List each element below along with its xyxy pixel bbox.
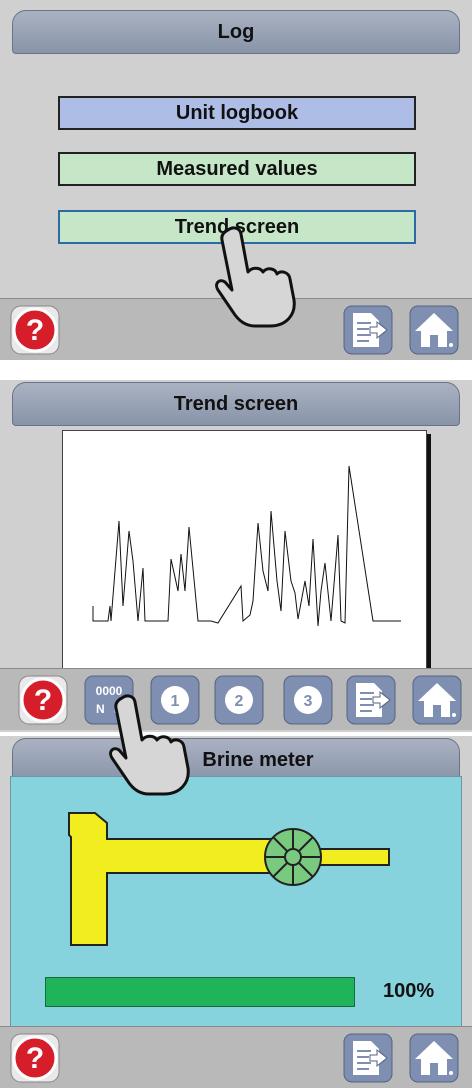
- trend-toolbar: ? 0000 N L 1 2: [0, 668, 472, 730]
- progress-percent-label: 100%: [383, 980, 435, 1002]
- exit-button[interactable]: [346, 675, 396, 725]
- log-screen: Log Unit logbook Measured values Trend s…: [0, 0, 472, 360]
- home-button[interactable]: [412, 675, 462, 725]
- brine-toolbar: ?: [0, 1026, 472, 1088]
- number-3-icon: 3: [283, 675, 333, 725]
- help-button[interactable]: ?: [10, 1033, 60, 1083]
- brine-meter-display: 100%: [10, 776, 462, 1038]
- home-icon: [409, 1033, 459, 1083]
- home-icon: [409, 305, 459, 355]
- page-title: Log: [217, 20, 255, 43]
- help-icon: ?: [18, 675, 68, 725]
- svg-text:3: 3: [304, 693, 313, 710]
- help-icon: ?: [10, 305, 60, 355]
- trend-screen: Trend screen ? 0000 N L: [0, 380, 472, 732]
- exit-button[interactable]: [343, 1033, 393, 1083]
- number-3-button[interactable]: 3: [283, 675, 333, 725]
- trend-graph: [62, 430, 427, 670]
- help-button[interactable]: ?: [18, 675, 68, 725]
- page-title: Brine meter: [202, 748, 314, 771]
- flow-wheel-icon: [264, 828, 322, 886]
- help-icon: ?: [10, 1033, 60, 1083]
- exit-icon: [346, 675, 396, 725]
- exit-icon: [343, 305, 393, 355]
- home-button[interactable]: [409, 305, 459, 355]
- exit-icon: [343, 1033, 393, 1083]
- svg-text:?: ?: [26, 314, 44, 347]
- number-2-button[interactable]: 2: [214, 675, 264, 725]
- trend-line: [92, 465, 401, 627]
- trend-title-tab: Trend screen: [12, 382, 460, 426]
- svg-text:2: 2: [235, 693, 244, 710]
- home-icon: [412, 675, 462, 725]
- svg-text:?: ?: [34, 684, 52, 717]
- number-2-icon: 2: [214, 675, 264, 725]
- help-button[interactable]: ?: [10, 305, 60, 355]
- brine-meter-screen: Brine meter 100% ?: [0, 736, 472, 1088]
- pointing-hand-icon: [109, 694, 190, 796]
- progress-bar: [45, 977, 355, 1007]
- unit-logbook-button[interactable]: Unit logbook: [58, 96, 416, 130]
- measured-values-button[interactable]: Measured values: [58, 152, 416, 186]
- page-title: Trend screen: [173, 392, 299, 415]
- pointing-hand-icon: [215, 226, 296, 328]
- exit-button[interactable]: [343, 305, 393, 355]
- home-button[interactable]: [409, 1033, 459, 1083]
- log-title-tab: Log: [12, 10, 460, 54]
- svg-text:?: ?: [26, 1042, 44, 1075]
- progress-fill: [45, 977, 355, 1007]
